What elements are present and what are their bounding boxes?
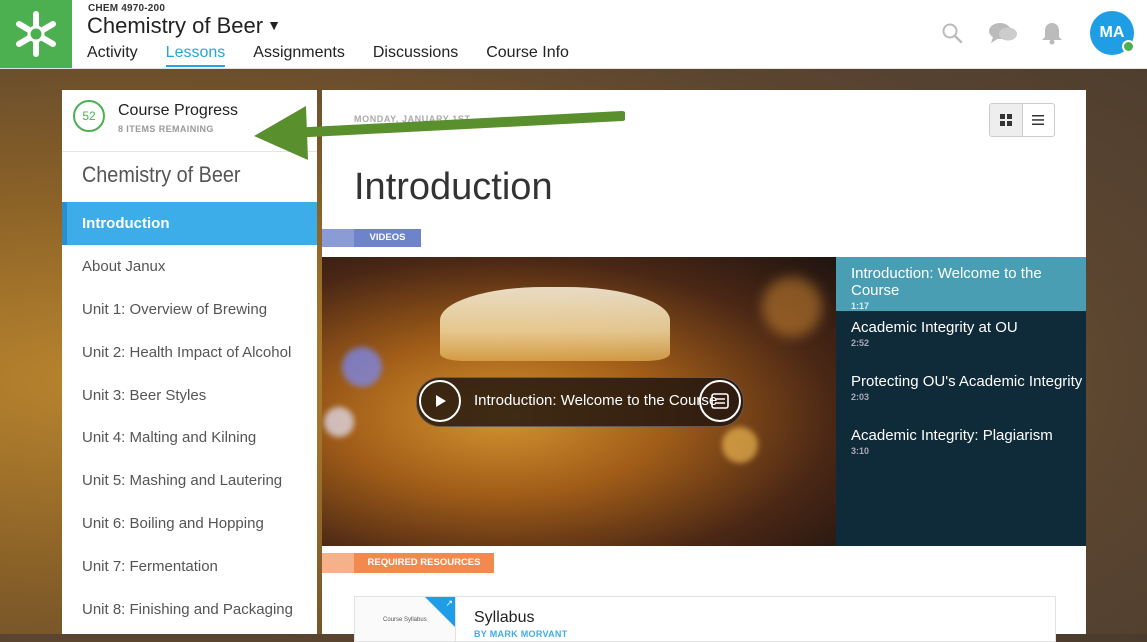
tab-course-info[interactable]: Course Info bbox=[486, 44, 569, 67]
bokeh-light bbox=[324, 407, 354, 437]
grid-view-icon[interactable] bbox=[990, 104, 1023, 136]
playlist-item-title: Protecting OU's Academic Integrity bbox=[851, 373, 1083, 390]
lesson-item-about-janux[interactable]: About Janux bbox=[62, 245, 317, 288]
lesson-list: Introduction About Janux Unit 1: Overvie… bbox=[62, 202, 317, 631]
resource-thumb-text: Course Syllabus bbox=[383, 617, 427, 623]
playlist-item[interactable]: Academic Integrity: Plagiarism 3:10 bbox=[836, 419, 1086, 473]
lesson-item-unit-3[interactable]: Unit 3: Beer Styles bbox=[62, 374, 317, 417]
lesson-item-unit-4[interactable]: Unit 4: Malting and Kilning bbox=[62, 416, 317, 459]
videos-label-text: VIDEOS bbox=[354, 229, 421, 247]
bokeh-light bbox=[762, 277, 822, 337]
page-title: Introduction bbox=[354, 166, 553, 208]
view-toggle bbox=[989, 103, 1055, 137]
janux-logo[interactable] bbox=[0, 0, 72, 68]
annotation-arrow-icon bbox=[254, 106, 625, 160]
lesson-item-unit-1[interactable]: Unit 1: Overview of Brewing bbox=[62, 288, 317, 331]
resource-card-syllabus[interactable]: Course Syllabus ↗ Syllabus BY MARK MORVA… bbox=[354, 596, 1056, 642]
chevron-down-icon: ▼ bbox=[267, 17, 281, 33]
beer-foam-image bbox=[440, 287, 670, 361]
course-title: Chemistry of Beer bbox=[87, 13, 264, 38]
videos-section-label: VIDEOS bbox=[322, 229, 421, 247]
online-status-dot bbox=[1122, 40, 1135, 53]
external-link-icon[interactable]: ↗ bbox=[445, 598, 453, 609]
search-icon[interactable] bbox=[936, 17, 968, 49]
progress-remaining: 8 ITEMS REMAINING bbox=[118, 124, 214, 134]
resource-author: BY MARK MORVANT bbox=[474, 629, 568, 639]
transcript-icon[interactable] bbox=[699, 380, 741, 422]
lesson-item-unit-8[interactable]: Unit 8: Finishing and Packaging bbox=[62, 588, 317, 631]
resource-title: Syllabus bbox=[474, 609, 535, 626]
video-player[interactable]: Introduction: Welcome to the Course bbox=[322, 257, 836, 546]
playlist-item-title: Academic Integrity: Plagiarism bbox=[851, 427, 1053, 444]
required-resources-label: REQUIRED RESOURCES bbox=[322, 553, 494, 573]
tab-activity[interactable]: Activity bbox=[87, 44, 138, 67]
playlist-item[interactable]: Protecting OU's Academic Integrity 2:03 bbox=[836, 365, 1086, 419]
playlist-item[interactable]: Academic Integrity at OU 2:52 bbox=[836, 311, 1086, 365]
tab-lessons[interactable]: Lessons bbox=[165, 44, 226, 67]
top-bar: CHEM 4970-200 Chemistry of Beer ▼ Activit… bbox=[0, 0, 1147, 69]
chat-icon[interactable] bbox=[987, 17, 1019, 49]
lesson-item-unit-6[interactable]: Unit 6: Boiling and Hopping bbox=[62, 502, 317, 545]
resource-thumbnail: Course Syllabus ↗ bbox=[355, 597, 456, 641]
lesson-item-unit-7[interactable]: Unit 7: Fermentation bbox=[62, 545, 317, 588]
asterisk-logo-icon bbox=[16, 11, 56, 57]
bokeh-light bbox=[342, 347, 382, 387]
main-nav: Activity Lessons Assignments Discussions… bbox=[87, 44, 597, 67]
bokeh-light bbox=[722, 427, 758, 463]
course-switcher[interactable]: Chemistry of Beer ▼ bbox=[87, 13, 281, 39]
sidebar-course-name: Chemistry of Beer bbox=[82, 162, 241, 187]
playlist-item-duration: 2:52 bbox=[851, 338, 870, 348]
playlist-item-title: Introduction: Welcome to the Course bbox=[851, 265, 1042, 299]
avatar-initials: MA bbox=[1099, 24, 1125, 41]
lesson-item-unit-5[interactable]: Unit 5: Mashing and Lautering bbox=[62, 459, 317, 502]
video-caption: Introduction: Welcome to the Course bbox=[474, 392, 718, 409]
user-avatar[interactable]: MA bbox=[1090, 11, 1135, 55]
playlist-item-duration: 1:17 bbox=[851, 301, 870, 311]
list-view-icon[interactable] bbox=[1023, 104, 1055, 136]
playlist-item-duration: 2:03 bbox=[851, 392, 870, 402]
required-label-text: REQUIRED RESOURCES bbox=[354, 553, 494, 573]
play-overlay[interactable]: Introduction: Welcome to the Course bbox=[416, 377, 744, 427]
video-playlist: Introduction: Welcome to the Course 1:17… bbox=[836, 257, 1086, 546]
lesson-item-unit-2[interactable]: Unit 2: Health Impact of Alcohol bbox=[62, 331, 317, 374]
lesson-content: MONDAY, JANUARY 1ST Introduction VIDEOS … bbox=[322, 90, 1086, 642]
bell-icon[interactable] bbox=[1036, 17, 1068, 49]
video-section: Introduction: Welcome to the Course Intr… bbox=[322, 257, 1086, 546]
tab-assignments[interactable]: Assignments bbox=[253, 44, 345, 67]
lesson-item-introduction[interactable]: Introduction bbox=[62, 202, 317, 245]
tab-discussions[interactable]: Discussions bbox=[373, 44, 458, 67]
progress-title: Course Progress bbox=[118, 102, 239, 119]
lessons-sidebar: 52 Course Progress 8 ITEMS REMAINING Che… bbox=[62, 90, 317, 634]
play-icon[interactable] bbox=[419, 380, 461, 422]
playlist-item-duration: 3:10 bbox=[851, 446, 870, 456]
progress-ring: 52 bbox=[73, 100, 105, 132]
playlist-item[interactable]: Introduction: Welcome to the Course 1:17 bbox=[836, 257, 1086, 311]
playlist-item-title: Academic Integrity at OU bbox=[851, 319, 1018, 336]
